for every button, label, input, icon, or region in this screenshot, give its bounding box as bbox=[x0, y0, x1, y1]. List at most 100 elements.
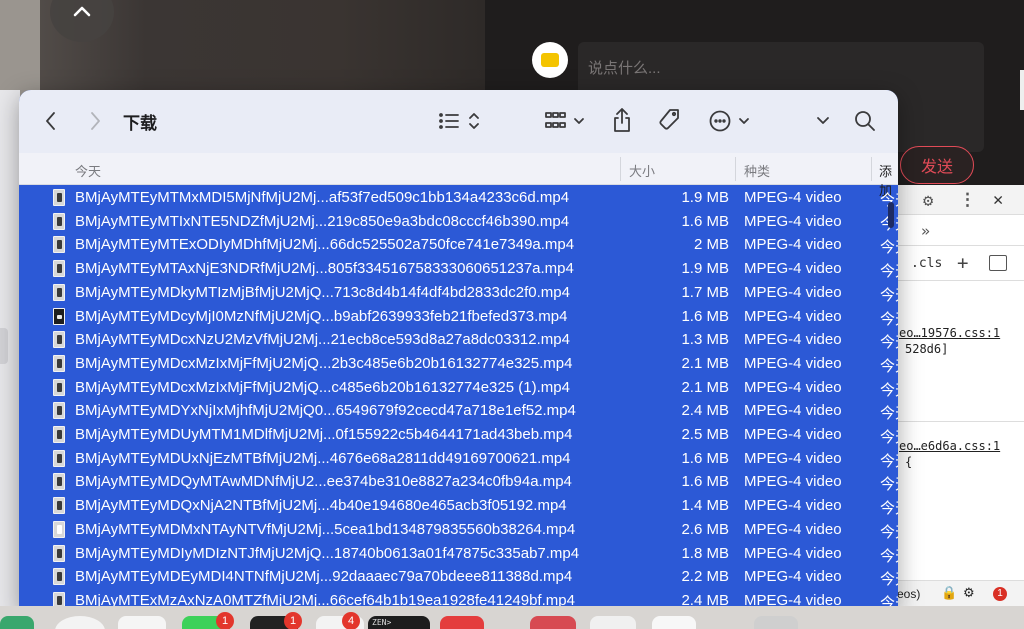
close-icon[interactable]: ✕ bbox=[993, 190, 1003, 210]
file-date-added: 今天 bbox=[880, 523, 898, 541]
column-divider[interactable] bbox=[871, 157, 872, 181]
column-divider[interactable] bbox=[735, 157, 736, 181]
video-file-icon bbox=[53, 378, 65, 396]
file-row[interactable]: BMjAyMTEyMDYxNjIxMjhfMjU2MjQ0...6549679f… bbox=[19, 399, 898, 423]
file-row[interactable]: BMjAyMTEyMTIxNTE5NDZfMjU2Mj...219c850e9a… bbox=[19, 210, 898, 234]
file-date-added: 今天 bbox=[880, 310, 898, 328]
back-button[interactable] bbox=[39, 108, 63, 134]
video-file-icon bbox=[53, 497, 65, 515]
file-row[interactable]: BMjAyMTEyMDMxNTAyNTVfMjU2Mj...5cea1bd134… bbox=[19, 518, 898, 542]
forward-button[interactable] bbox=[83, 108, 107, 134]
dock-app-icon[interactable] bbox=[530, 616, 576, 629]
chevron-left-icon bbox=[46, 112, 55, 130]
file-name: BMjAyMTEyMDkyMTIzMjBfMjU2MjQ...713c8d4b1… bbox=[75, 283, 570, 301]
gear-icon[interactable]: ⚙ bbox=[923, 191, 933, 211]
network-conditions-icon[interactable]: ⚙ bbox=[963, 585, 975, 601]
file-row[interactable]: BMjAyMTEyMDcxMzIxMjFfMjU2MjQ...c485e6b20… bbox=[19, 376, 898, 400]
file-kind: MPEG-4 video bbox=[744, 426, 842, 443]
video-file-icon bbox=[53, 520, 65, 538]
notification-badge: 4 bbox=[342, 612, 360, 629]
grid-icon bbox=[545, 112, 584, 128]
rule-source-link[interactable]: eo…e6d6a.css:1 bbox=[897, 438, 1024, 454]
tag-button[interactable] bbox=[656, 107, 682, 133]
dock-messages-icon[interactable]: 1 bbox=[182, 612, 234, 629]
dock-trash-icon[interactable] bbox=[754, 616, 798, 629]
logo-icon bbox=[541, 53, 559, 67]
file-row[interactable]: BMjAyMTEyMDIyMDIzNTJfMjU2MjQ...18740b061… bbox=[19, 542, 898, 566]
send-button[interactable]: 发送 bbox=[900, 146, 974, 184]
file-size: 2.2 MB bbox=[681, 568, 729, 586]
rule-source-link[interactable]: eo…19576.css:1 bbox=[897, 325, 1024, 341]
window-title: 下载 bbox=[123, 114, 157, 133]
new-rule-button[interactable]: + bbox=[957, 252, 968, 274]
file-row[interactable]: BMjAyMTEyMDcyMjI0MzNfMjU2MjQ...b9abf2639… bbox=[19, 305, 898, 329]
dock-app-icon[interactable] bbox=[0, 616, 34, 629]
more-toolbar-button[interactable] bbox=[814, 111, 832, 131]
file-row[interactable]: BMjAyMTEyMDcxNzU2MzVfMjU2Mj...21ecb8ce59… bbox=[19, 328, 898, 352]
file-row[interactable]: BMjAyMTEyMDcxMzIxMjFfMjU2MjQ...2b3c485e6… bbox=[19, 352, 898, 376]
file-kind: MPEG-4 video bbox=[744, 236, 842, 254]
file-date-added: 今天 bbox=[880, 500, 898, 518]
file-size: 2.1 MB bbox=[681, 354, 729, 372]
file-kind: MPEG-4 video bbox=[744, 260, 842, 278]
file-row[interactable]: BMjAyMTEyMTAxNjE3NDRfMjU2Mj...805f334516… bbox=[19, 257, 898, 281]
column-name[interactable]: 今天 bbox=[75, 161, 101, 180]
file-kind: MPEG-4 video bbox=[744, 568, 842, 586]
file-size: 1.9 MB bbox=[681, 189, 729, 206]
dock-app-icon[interactable]: 4 bbox=[316, 612, 364, 629]
file-row[interactable]: BMjAyMTEyMDUyMTM1MDlfMjU2Mj...0f155922c5… bbox=[19, 423, 898, 447]
file-row[interactable]: BMjAyMTEyMDUxNjEzMTBfMjU2Mj...4676e68a28… bbox=[19, 447, 898, 471]
file-list: BMjAyMTEyMTMxMDI5MjNfMjU2Mj...af53f7ed50… bbox=[19, 186, 898, 610]
dock-app-icon[interactable] bbox=[118, 616, 166, 629]
dock-app-icon[interactable]: 1 bbox=[250, 612, 302, 629]
dock: 1 1 4 ZEN> bbox=[0, 606, 1024, 629]
column-size[interactable]: 大小 bbox=[629, 161, 655, 180]
search-button[interactable] bbox=[853, 108, 877, 134]
more-tabs-button[interactable]: » bbox=[921, 222, 930, 240]
chevron-down-icon bbox=[817, 117, 829, 124]
file-date-added: 今天 bbox=[880, 571, 898, 589]
file-name: BMjAyMTEyMDUyMTM1MDlfMjU2Mj...0f155922c5… bbox=[75, 426, 573, 443]
more-vertical-icon[interactable]: ⋮ bbox=[959, 190, 976, 210]
sidebar-toggle-icon[interactable] bbox=[989, 255, 1007, 271]
dock-terminal-icon[interactable]: ZEN> bbox=[368, 616, 430, 629]
scrollbar[interactable] bbox=[1020, 70, 1024, 110]
file-name: BMjAyMTEyMDcxMzIxMjFfMjU2MjQ...c485e6b20… bbox=[75, 378, 570, 396]
file-name: BMjAyMTEyMTExODIyMDhfMjU2Mj...66dc525502… bbox=[75, 236, 575, 254]
file-kind: MPEG-4 video bbox=[744, 283, 842, 301]
file-row[interactable]: BMjAyMTEyMDQxNjA2NTBfMjU2Mj...4b40e19468… bbox=[19, 494, 898, 518]
finder-toolbar: 下载 bbox=[19, 90, 898, 153]
dock-app-icon[interactable] bbox=[590, 616, 636, 629]
actions-button[interactable] bbox=[708, 108, 752, 134]
file-size: 2.6 MB bbox=[681, 520, 729, 538]
list-view-button[interactable] bbox=[438, 109, 484, 133]
file-row[interactable]: BMjAyMTEyMTExODIyMDhfMjU2Mj...66dc525502… bbox=[19, 233, 898, 257]
error-count-badge[interactable]: 1 bbox=[993, 587, 1007, 601]
dock-app-icon[interactable] bbox=[652, 616, 696, 629]
file-date-added: 今天 bbox=[880, 239, 898, 257]
file-name: BMjAyMTEyMDcyMjI0MzNfMjU2MjQ...b9abf2639… bbox=[75, 307, 568, 325]
file-row[interactable]: BMjAyMTEyMDEyMDI4NTNfMjU2Mj...92daaaec79… bbox=[19, 565, 898, 589]
file-row[interactable]: BMjAyMTEyMTMxMDI5MjNfMjU2Mj...af53f7ed50… bbox=[19, 186, 898, 210]
lock-icon[interactable]: 🔒 bbox=[941, 585, 957, 601]
cls-toggle[interactable]: .cls bbox=[911, 256, 942, 271]
status-text: eos) bbox=[897, 587, 921, 601]
group-view-button[interactable] bbox=[544, 109, 590, 133]
column-divider[interactable] bbox=[620, 157, 621, 181]
file-row[interactable]: BMjAyMTEyMDkyMTIzMjBfMjU2MjQ...713c8d4b1… bbox=[19, 281, 898, 305]
notification-badge: 1 bbox=[216, 612, 234, 629]
file-kind: MPEG-4 video bbox=[744, 212, 842, 230]
finder-window: 下载 今天 大小 种类 添加 BMjAyMTEyMTMxMDI5MjNfMjU2… bbox=[19, 90, 898, 610]
share-button[interactable] bbox=[611, 106, 633, 134]
file-name: BMjAyMTEyMTMxMDI5MjNfMjU2Mj...af53f7ed50… bbox=[75, 189, 570, 206]
edge-tab bbox=[0, 328, 8, 364]
devtools-statusbar: eos) 🔒 ⚙ 1 bbox=[897, 580, 1024, 606]
file-date-added: 今天 bbox=[880, 381, 898, 399]
column-kind[interactable]: 种类 bbox=[744, 161, 770, 180]
file-name: BMjAyMTEyMDIyMDIzNTJfMjU2MjQ...18740b061… bbox=[75, 544, 580, 562]
file-size: 1.6 MB bbox=[681, 449, 729, 467]
dock-app-icon[interactable] bbox=[440, 616, 484, 629]
scrollbar-thumb[interactable] bbox=[888, 202, 894, 228]
file-row[interactable]: BMjAyMTEyMDQyMTAwMDNfMjU2...ee374be310e8… bbox=[19, 470, 898, 494]
dock-app-icon[interactable] bbox=[55, 616, 105, 629]
